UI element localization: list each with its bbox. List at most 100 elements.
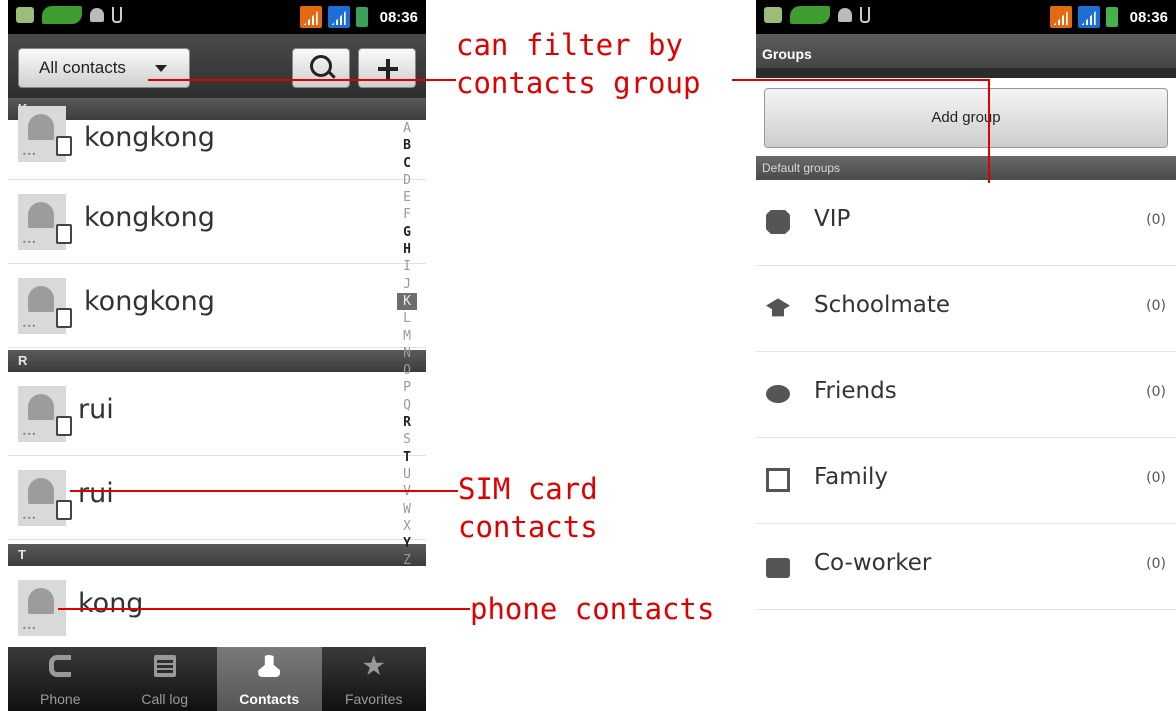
group-row-vip[interactable]: VIP (0) (756, 180, 1176, 266)
android-avatar-icon (28, 114, 54, 140)
alphabet-index-letter[interactable]: C (403, 155, 411, 172)
annotation-sim-line1: SIM card (458, 472, 598, 506)
alphabet-index-letter[interactable]: W (403, 501, 411, 518)
contact-name: kongkong (84, 286, 215, 317)
alphabet-index-letter[interactable]: H (403, 241, 411, 258)
group-row-family[interactable]: Family (0) (756, 438, 1176, 524)
tab-label: Contacts (239, 691, 300, 707)
alphabet-index-letter[interactable]: Y (403, 535, 411, 552)
alphabet-index-letter[interactable]: X (403, 518, 411, 535)
search-button[interactable] (292, 48, 350, 88)
section-header: Default groups (756, 156, 1176, 180)
signal-icon (299, 6, 322, 28)
contacts-screen: 08:36 All contacts K ••• kongkong ••• ko… (8, 0, 426, 711)
android-avatar-icon (28, 286, 54, 312)
alphabet-index-letter[interactable]: E (403, 189, 411, 206)
group-name: Family (814, 464, 889, 490)
annotation-pointer-line (988, 79, 990, 183)
group-count: (0) (1146, 470, 1166, 486)
status-bar: 08:36 (8, 0, 426, 34)
alphabet-index-letter[interactable]: G (403, 224, 411, 241)
alphabet-index-letter[interactable]: B (403, 137, 411, 154)
android-debug-icon (838, 8, 852, 22)
sim-card-icon (56, 500, 72, 520)
tab-label: Favorites (344, 691, 403, 707)
phone-icon (49, 655, 72, 677)
group-name: Friends (814, 378, 897, 404)
contact-name: rui (78, 478, 114, 509)
contact-avatar: ••• (18, 106, 72, 162)
contact-avatar: ••• (18, 470, 72, 526)
status-time: 08:36 (1129, 8, 1168, 26)
usb-icon (860, 7, 870, 23)
contact-row[interactable]: ••• rui (8, 456, 426, 540)
signal-icon (1049, 6, 1072, 28)
annotation-sim-line2: contacts (458, 510, 598, 544)
section-header: K (8, 98, 426, 120)
pea-pod-notification-icon (42, 6, 82, 24)
contacts-group-filter[interactable]: All contacts (18, 48, 190, 88)
section-header: R (8, 350, 426, 372)
tab-call-log[interactable]: Call log (113, 647, 218, 711)
page-title: Groups (756, 34, 1176, 78)
alphabet-index-letter[interactable]: F (403, 206, 411, 223)
alphabet-index-letter[interactable]: T (403, 449, 411, 466)
group-name: VIP (814, 206, 851, 232)
add-group-button[interactable]: Add group (764, 88, 1168, 148)
vip-badge-icon (766, 210, 790, 234)
tab-contacts[interactable]: Contacts (217, 647, 322, 711)
group-count: (0) (1146, 384, 1166, 400)
sim-card-icon (56, 308, 72, 328)
contact-avatar: ••• (18, 278, 72, 334)
contact-avatar: ••• (18, 386, 72, 442)
status-time: 08:36 (379, 8, 418, 26)
alphabet-index-letter[interactable]: I (403, 258, 411, 275)
alphabet-index-letter[interactable]: Z (403, 552, 411, 569)
annotation-phone-contacts: phone contacts (470, 592, 715, 626)
alphabet-index-letter[interactable]: M (403, 328, 411, 345)
contact-row[interactable]: ••• kongkong (8, 264, 426, 348)
message-notification-icon (16, 7, 34, 23)
signal-icon (1077, 6, 1100, 28)
alphabet-index-letter[interactable]: J (403, 276, 411, 293)
contact-row[interactable]: ••• kongkong (8, 106, 426, 180)
alphabet-index-letter[interactable]: U (403, 466, 411, 483)
call-log-icon (153, 655, 176, 677)
favorites-star-icon (363, 655, 385, 676)
android-avatar-icon (28, 394, 54, 420)
annotation-filter-line2: contacts group (456, 66, 701, 100)
alphabet-index-letter[interactable]: D (403, 172, 411, 189)
group-row-co-worker[interactable]: Co-worker (0) (756, 524, 1176, 610)
tab-phone[interactable]: Phone (8, 647, 113, 711)
alphabet-index-letter[interactable]: P (403, 379, 411, 396)
contact-row[interactable]: ••• rui (8, 372, 426, 456)
search-icon (310, 55, 332, 77)
add-contact-button[interactable] (358, 48, 416, 88)
group-count: (0) (1146, 298, 1166, 314)
alphabet-index-letter[interactable]: A (403, 120, 411, 137)
alphabet-index-letter[interactable]: K (397, 292, 417, 311)
alphabet-index-letter[interactable]: O (403, 362, 411, 379)
alphabet-index-letter[interactable]: Q (403, 397, 411, 414)
annotation-pointer-line (58, 608, 470, 610)
android-avatar-icon (28, 588, 54, 614)
tab-favorites[interactable]: Favorites (322, 647, 427, 711)
alphabet-index-letter[interactable]: N (403, 345, 411, 362)
signal-icon (327, 6, 350, 28)
alphabet-index-scroller[interactable]: ABCDEFGHIJKLMNOPQRSTUVWXYZ (396, 120, 418, 570)
alphabet-index-letter[interactable]: L (403, 310, 411, 327)
friends-chat-icon (766, 385, 790, 403)
graduation-cap-icon (766, 298, 790, 317)
contact-name: rui (78, 394, 114, 425)
contact-name: kong (78, 588, 144, 619)
sim-card-icon (56, 416, 72, 436)
status-bar: 08:36 (756, 0, 1176, 34)
contact-row[interactable]: ••• kongkong (8, 180, 426, 264)
battery-icon (1105, 7, 1118, 27)
group-row-schoolmate[interactable]: Schoolmate (0) (756, 266, 1176, 352)
android-avatar-icon (28, 478, 54, 504)
alphabet-index-letter[interactable]: S (403, 431, 411, 448)
alphabet-index-letter[interactable]: R (403, 414, 411, 431)
sim-card-icon (56, 136, 72, 156)
group-row-friends[interactable]: Friends (0) (756, 352, 1176, 438)
